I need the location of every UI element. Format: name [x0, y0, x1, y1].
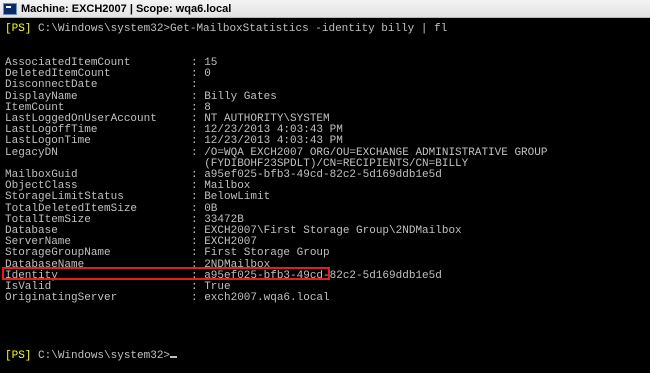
databasename-highlight-box: [2, 267, 330, 280]
property-separator: :: [191, 57, 205, 69]
property-value: /O=WQA EXCH2007 ORG/OU=EXCHANGE ADMINIST…: [204, 146, 548, 159]
prompt-tag: [PS]: [5, 23, 32, 35]
property-name: OriginatingServer: [5, 292, 118, 305]
property-separator: :: [191, 180, 205, 193]
property-value: 0: [204, 68, 211, 81]
property-separator: :: [191, 292, 205, 305]
powershell-window: Machine: EXCH2007 | Scope: wqa6.local [P…: [0, 0, 650, 373]
property-name: LegacyDN: [5, 146, 58, 159]
property-value: True: [204, 281, 231, 293]
property-name: DisconnectDate: [5, 79, 98, 92]
property-value: 15: [204, 57, 218, 69]
property-separator: :: [191, 146, 205, 159]
property-value: 8: [204, 101, 211, 114]
property-separator: :: [191, 124, 205, 137]
property-value: 33472B: [204, 213, 244, 226]
text-cursor: [170, 356, 178, 358]
property-separator: :: [191, 79, 205, 92]
property-value: First Storage Group: [204, 247, 330, 260]
property-separator: :: [191, 202, 205, 215]
property-separator: :: [191, 90, 205, 103]
property-value: 12/23/2013 4:03:43 PM: [204, 124, 343, 137]
property-separator: :: [191, 135, 205, 148]
active-prompt-line[interactable]: [PS] C:\Windows\system32>: [5, 350, 178, 362]
prompt-path: C:\Windows\system32>: [38, 350, 171, 362]
property-row: StorageGroupName: First Storage Group: [5, 248, 330, 259]
property-name: StorageLimitStatus: [5, 191, 124, 204]
property-value: NT AUTHORITY\SYSTEM: [204, 113, 330, 125]
property-value: 12/23/2013 4:03:43 PM: [204, 135, 343, 148]
property-row: StorageLimitStatus: BelowLimit: [5, 192, 270, 203]
property-separator: :: [191, 281, 205, 293]
property-row: OriginatingServer: exch2007.wqa6.local: [5, 292, 330, 305]
property-separator: :: [191, 225, 205, 237]
property-separator: :: [191, 213, 205, 226]
property-name: StorageGroupName: [5, 247, 111, 260]
property-separator: :: [191, 169, 205, 181]
property-value: BelowLimit: [204, 191, 271, 204]
property-separator: :: [191, 236, 205, 249]
console-output[interactable]: [PS] C:\Windows\system32>Get-MailboxStat…: [0, 18, 650, 373]
property-separator: :: [191, 101, 205, 114]
property-row: DisconnectDate:: [5, 80, 204, 91]
property-value: exch2007.wqa6.local: [204, 292, 330, 305]
property-separator: :: [191, 113, 205, 125]
property-value: 0B: [204, 202, 218, 215]
property-separator: :: [191, 247, 205, 260]
property-row: TotalDeletedItemSize: 0B: [5, 202, 218, 215]
property-separator: :: [191, 191, 205, 204]
command-line: [PS] C:\Windows\system32>Get-MailboxStat…: [5, 23, 448, 35]
prompt-path: C:\Windows\system32>: [38, 23, 171, 35]
powershell-icon: [3, 2, 17, 15]
property-value: Mailbox: [204, 180, 251, 193]
property-separator: :: [191, 68, 205, 81]
property-name: LastLogonTime: [5, 135, 91, 148]
title-bar[interactable]: Machine: EXCH2007 | Scope: wqa6.local: [0, 0, 650, 18]
property-value: EXCH2007: [204, 236, 258, 249]
property-value: EXCH2007\First Storage Group\2NDMailbox: [204, 225, 462, 237]
property-value: a95ef025-bfb3-49cd-82c2-5d169ddb1e5d: [204, 169, 442, 181]
prompt-tag: [PS]: [5, 350, 32, 362]
property-value: Billy Gates: [204, 90, 277, 103]
property-row: DisplayName: Billy Gates: [5, 90, 277, 103]
command-text: Get-MailboxStatistics -identity billy | …: [170, 23, 448, 35]
property-value-continuation: (FYDIBOHF23SPDLT)/CN=RECIPIENTS/CN=BILLY: [204, 157, 469, 170]
window-title: Machine: EXCH2007 | Scope: wqa6.local: [21, 2, 232, 15]
